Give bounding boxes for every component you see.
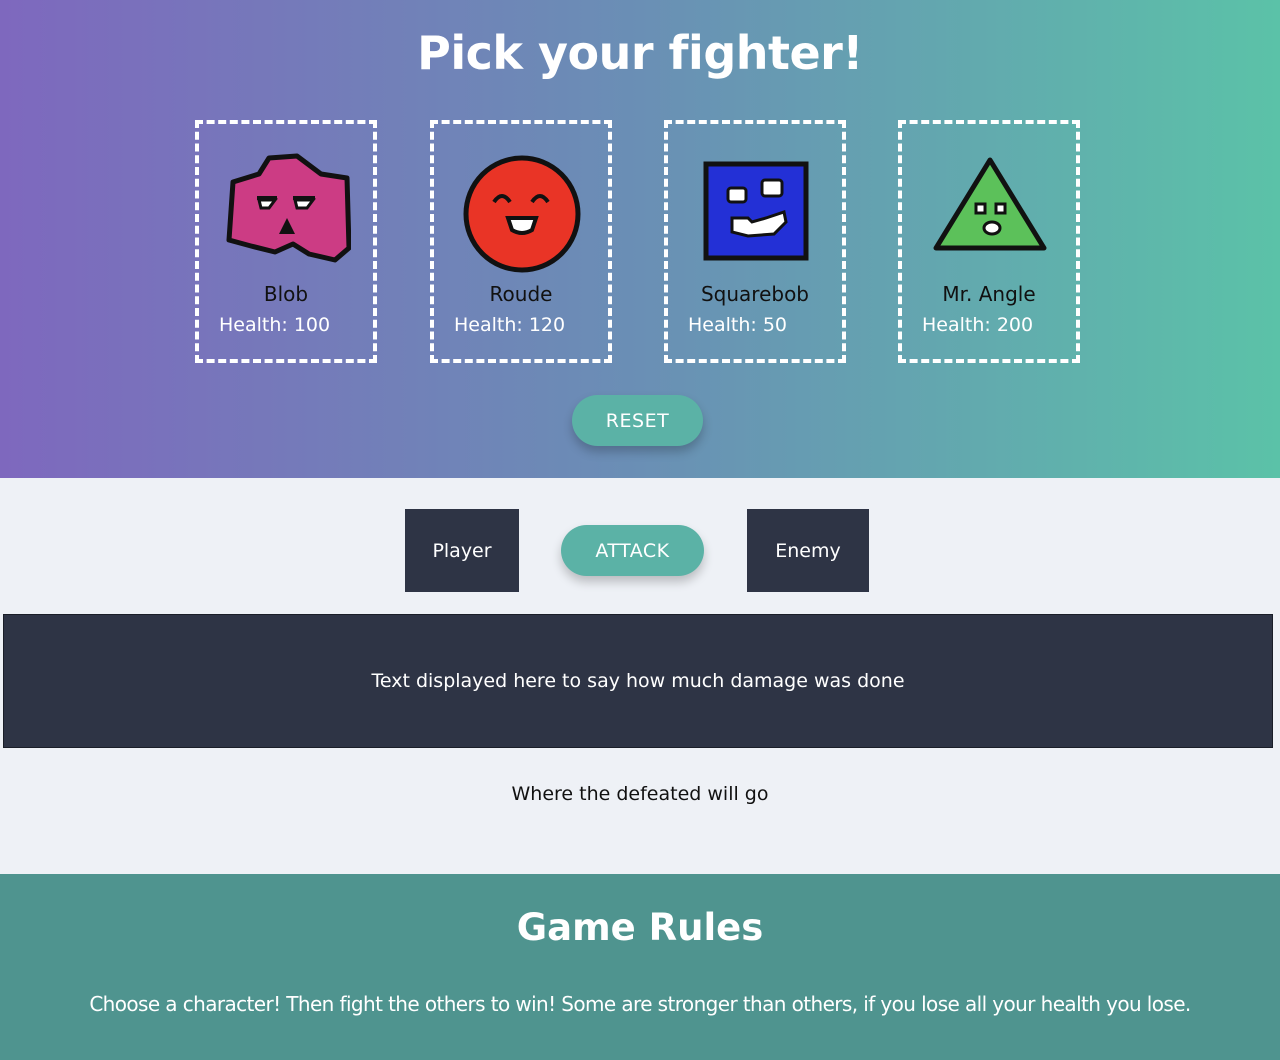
player-slot: Player — [405, 509, 519, 592]
square-face-icon — [703, 161, 809, 261]
blob-icon — [226, 153, 351, 263]
enemy-slot-label: Enemy — [775, 539, 841, 562]
fighter-card-blob[interactable]: Blob Health: 100 — [195, 120, 377, 363]
fighter-select-header: Pick your fighter! Blob Health: 100 Roud… — [0, 0, 1280, 478]
fighter-health: Health: 50 — [688, 314, 788, 336]
rules-title: Game Rules — [516, 906, 764, 949]
fighter-name: Blob — [263, 282, 309, 306]
defeated-area: Where the defeated will go — [511, 783, 769, 805]
triangle-face-icon — [933, 157, 1047, 251]
fighter-name: Roude — [489, 282, 553, 306]
fighter-card-roude[interactable]: Roude Health: 120 — [430, 120, 612, 363]
fighter-health: Health: 100 — [219, 314, 331, 336]
game-rules-section: Game Rules Choose a character! Then figh… — [0, 874, 1280, 1060]
fighter-card-squarebob[interactable]: Squarebob Health: 50 — [664, 120, 846, 363]
circle-face-icon — [463, 155, 581, 273]
rules-text: Choose a character! Then fight the other… — [89, 992, 1191, 1016]
fighter-name: Squarebob — [700, 282, 810, 306]
reset-button[interactable]: RESET — [572, 395, 703, 446]
battle-log: Text displayed here to say how much dama… — [3, 614, 1273, 748]
battle-log-text: Text displayed here to say how much dama… — [371, 670, 905, 692]
page-title: Pick your fighter! — [417, 26, 863, 80]
enemy-slot: Enemy — [747, 509, 869, 592]
fighter-health: Health: 120 — [454, 314, 566, 336]
attack-button[interactable]: ATTACK — [561, 525, 704, 576]
fighter-name: Mr. Angle — [942, 282, 1036, 306]
fighter-card-mr-angle[interactable]: Mr. Angle Health: 200 — [898, 120, 1080, 363]
player-slot-label: Player — [432, 539, 492, 562]
fighter-health: Health: 200 — [922, 314, 1034, 336]
